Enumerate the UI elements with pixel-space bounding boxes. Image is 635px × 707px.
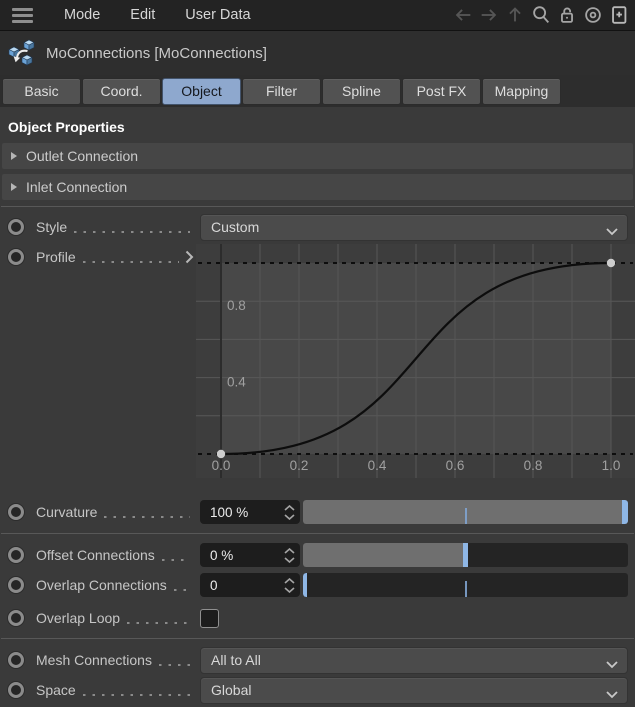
- search-icon[interactable]: [529, 3, 553, 27]
- expand-chevron-icon[interactable]: [185, 250, 194, 264]
- offset-connections-slider[interactable]: [303, 543, 628, 567]
- style-select[interactable]: Custom: [200, 214, 628, 241]
- section-title: Object Properties: [0, 107, 635, 135]
- spinner-arrows[interactable]: [281, 548, 297, 563]
- collapsed-triangle-icon: [11, 152, 17, 160]
- dotted-leader: [74, 231, 190, 233]
- row-curvature: Curvature 100 %: [0, 497, 635, 527]
- profile-spline-editor[interactable]: 0.4 0.8 0.0 0.2 0.4 0.6 0.8 1.0: [196, 244, 635, 483]
- svg-text:0.6: 0.6: [446, 458, 465, 473]
- row-offset-connections: Offset Connections 0 %: [0, 540, 635, 570]
- dotted-leader: [174, 589, 190, 591]
- up-icon[interactable]: [503, 3, 527, 27]
- overlap-connections-input[interactable]: 0: [200, 573, 300, 597]
- dotted-leader: [83, 694, 190, 696]
- offset-connections-input[interactable]: 0 %: [200, 543, 300, 567]
- mesh-connections-select[interactable]: All to All: [200, 647, 628, 674]
- menu-bar: Mode Edit User Data: [0, 0, 635, 31]
- separator: [1, 206, 634, 207]
- group-outlet-connection[interactable]: Outlet Connection: [2, 143, 633, 169]
- keyframe-dot[interactable]: [8, 547, 24, 563]
- keyframe-dot[interactable]: [8, 610, 24, 626]
- curvature-input[interactable]: 100 %: [200, 500, 300, 524]
- chevron-down-icon: [606, 656, 618, 674]
- target-icon[interactable]: [581, 3, 605, 27]
- tab-object[interactable]: Object: [162, 78, 241, 105]
- collapsed-triangle-icon: [11, 183, 17, 191]
- row-profile: Profile 0.40.80.00.20.40.60.81.0: [0, 244, 635, 483]
- forward-icon[interactable]: [477, 3, 501, 27]
- spinner-arrows[interactable]: [281, 505, 297, 520]
- row-overlap-loop: Overlap Loop: [0, 604, 635, 632]
- overlap-connections-slider[interactable]: [303, 573, 628, 597]
- keyframe-dot[interactable]: [8, 682, 24, 698]
- svg-text:0.4: 0.4: [368, 458, 387, 473]
- separator: [1, 638, 634, 639]
- tab-coord[interactable]: Coord.: [82, 78, 161, 105]
- svg-text:1.0: 1.0: [602, 458, 621, 473]
- separator: [1, 533, 634, 534]
- svg-text:0.2: 0.2: [290, 458, 309, 473]
- keyframe-dot[interactable]: [8, 249, 24, 265]
- curvature-slider[interactable]: [303, 500, 628, 524]
- moconnections-icon: [8, 39, 36, 67]
- attribute-tabs: Basic Coord. Object Filter Spline Post F…: [0, 75, 635, 107]
- menu-mode[interactable]: Mode: [49, 0, 115, 30]
- object-properties-panel: Object Properties Outlet Connection Inle…: [0, 107, 635, 704]
- group-inlet-connection[interactable]: Inlet Connection: [2, 174, 633, 200]
- row-style: Style Custom: [0, 212, 635, 242]
- chevron-down-icon: [606, 223, 618, 241]
- object-title-bar: MoConnections [MoConnections]: [0, 31, 635, 75]
- keyframe-dot[interactable]: [8, 219, 24, 235]
- space-select[interactable]: Global: [200, 677, 628, 704]
- tab-postfx[interactable]: Post FX: [402, 78, 481, 105]
- dotted-leader: [104, 516, 190, 518]
- add-panel-icon[interactable]: [607, 3, 631, 27]
- svg-text:0.0: 0.0: [212, 458, 231, 473]
- back-icon[interactable]: [451, 3, 475, 27]
- keyframe-dot[interactable]: [8, 577, 24, 593]
- object-title: MoConnections [MoConnections]: [46, 45, 267, 62]
- tab-filter[interactable]: Filter: [242, 78, 321, 105]
- tab-basic[interactable]: Basic: [2, 78, 81, 105]
- row-overlap-connections: Overlap Connections 0: [0, 570, 635, 600]
- dotted-leader: [127, 622, 190, 624]
- dotted-leader: [159, 664, 190, 666]
- menu-edit[interactable]: Edit: [115, 0, 170, 30]
- svg-text:0.4: 0.4: [227, 375, 246, 390]
- overlap-loop-checkbox[interactable]: [200, 609, 219, 628]
- dotted-leader: [162, 559, 190, 561]
- svg-text:0.8: 0.8: [524, 458, 543, 473]
- keyframe-dot[interactable]: [8, 504, 24, 520]
- row-space: Space Global: [0, 676, 635, 704]
- chevron-down-icon: [606, 686, 618, 704]
- dotted-leader: [83, 261, 179, 263]
- row-mesh-connections: Mesh Connections All to All: [0, 646, 635, 674]
- keyframe-dot[interactable]: [8, 652, 24, 668]
- lock-icon[interactable]: [555, 3, 579, 27]
- spinner-arrows[interactable]: [281, 578, 297, 593]
- hamburger-icon[interactable]: [12, 8, 33, 23]
- svg-text:0.8: 0.8: [227, 298, 246, 313]
- toolbar-icons: [451, 3, 631, 27]
- tab-spline[interactable]: Spline: [322, 78, 401, 105]
- menu-user-data[interactable]: User Data: [170, 0, 265, 30]
- tab-mapping[interactable]: Mapping: [482, 78, 561, 105]
